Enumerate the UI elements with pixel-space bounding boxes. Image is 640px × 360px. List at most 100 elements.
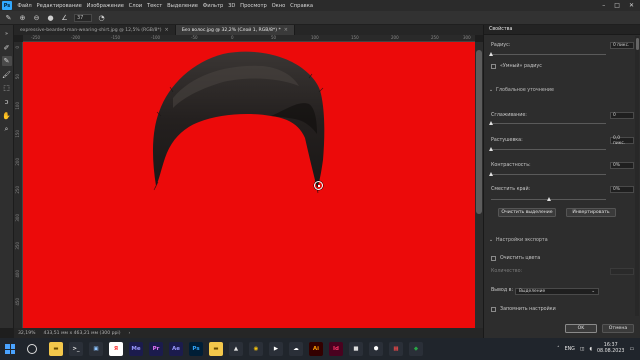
tab-document-2[interactable]: Без волос.jpg @ 32,2% (Слой 1, RGB/8*) *… [175, 25, 295, 35]
radius-slider[interactable] [489, 52, 606, 56]
menu-select[interactable]: Выделение [165, 3, 201, 9]
file-explorer-icon[interactable]: ▬ [49, 342, 63, 356]
photos-icon[interactable]: ▣ [89, 342, 103, 356]
media-player-icon[interactable]: ▶ [269, 342, 283, 356]
menu-image[interactable]: Изображение [84, 3, 126, 9]
app-icon[interactable]: ▲ [229, 342, 243, 356]
zoom-tool-icon[interactable]: ⌕ [2, 124, 12, 134]
slider-knob[interactable] [489, 172, 493, 176]
ruler-label: 150 [15, 130, 20, 138]
chrome-icon[interactable]: ◉ [249, 342, 263, 356]
app4-icon[interactable]: ▦ [389, 342, 403, 356]
indesign-icon[interactable]: Id [329, 342, 343, 356]
global-refine-section[interactable]: ⌄ Глобальное уточнение [489, 88, 634, 93]
panel-scrollbar[interactable] [635, 36, 639, 316]
notification-icon[interactable]: ▭ [629, 347, 634, 352]
decontaminate-checkbox[interactable] [491, 256, 496, 261]
radius-field[interactable]: 0 пикс. [610, 42, 634, 49]
network-icon[interactable]: ◫ [580, 347, 585, 352]
scrollbar-thumb[interactable] [476, 50, 482, 214]
menu-type[interactable]: Текст [145, 3, 165, 9]
illustrator-icon[interactable]: Ai [309, 342, 323, 356]
close-tab-icon[interactable]: × [284, 27, 288, 33]
shift-edge-slider[interactable] [491, 197, 606, 201]
size-field[interactable]: 37 [74, 13, 92, 22]
circle-subtract-icon[interactable]: ⊖ [32, 13, 41, 22]
yandex-icon[interactable]: Я [109, 342, 123, 356]
language-indicator[interactable]: ENG [565, 347, 575, 352]
panel-scrollbar-thumb[interactable] [635, 38, 639, 50]
chevron-down-icon[interactable]: ⌄ [489, 88, 493, 93]
tab-document-1[interactable]: expressive-bearded-man-wearing-shirt.jpg… [14, 25, 176, 35]
slider-knob[interactable] [489, 121, 493, 125]
menu-3d[interactable]: 3D [226, 3, 238, 9]
document-canvas[interactable] [23, 42, 475, 328]
refine-edge-brush-tool-icon[interactable]: ✎ [1, 56, 12, 67]
object-selection-tool-icon[interactable]: ⬚ [2, 83, 12, 93]
export-section[interactable]: ⌄ Настройки экспорта [489, 238, 634, 243]
feather-slider[interactable] [489, 147, 606, 151]
invert-button[interactable]: Инвертировать [566, 208, 616, 217]
app5-icon[interactable]: ◆ [409, 342, 423, 356]
minimize-icon[interactable]: – [602, 2, 605, 9]
cancel-button[interactable]: Отмена [602, 324, 634, 333]
menu-view[interactable]: Просмотр [238, 3, 269, 9]
windows-start-icon[interactable] [5, 344, 15, 354]
brush-icon[interactable]: ✎ [4, 13, 13, 22]
close-tab-icon[interactable]: × [165, 27, 169, 33]
chevron-up-icon[interactable]: ˄ [557, 347, 559, 352]
smooth-slider[interactable] [489, 121, 606, 125]
clear-selection-button[interactable]: Очистить выделение [498, 208, 556, 217]
feather-field[interactable]: 0,0 пикс. [610, 136, 634, 146]
decontaminate-row[interactable]: Очистить цвета [491, 256, 634, 261]
lasso-tool-icon[interactable]: ↄ [2, 97, 12, 107]
close-icon[interactable]: ✕ [629, 2, 634, 9]
menu-edit[interactable]: Редактирование [34, 3, 84, 9]
chevron-down-icon[interactable]: ⌄ [489, 238, 493, 243]
canvas-scrollbar[interactable] [475, 42, 483, 328]
zoom-level[interactable]: 32,19% [18, 331, 36, 336]
terminal-icon[interactable]: >_ [69, 342, 83, 356]
search-icon[interactable] [27, 344, 37, 354]
document-info[interactable]: 433,51 мм x 463,21 мм (300 ppi) [44, 331, 121, 336]
slider-knob[interactable] [489, 52, 493, 56]
remember-row[interactable]: Запомнить настройки [491, 307, 634, 312]
smart-radius-checkbox[interactable] [491, 64, 496, 69]
hand-tool-icon[interactable]: ✋ [2, 111, 12, 121]
volume-icon[interactable]: ◖ [589, 347, 592, 352]
brush-size-icon[interactable]: ● [46, 13, 55, 22]
menu-window[interactable]: Окно [269, 3, 288, 9]
premiere-icon[interactable]: Pr [149, 342, 163, 356]
menu-file[interactable]: Файл [15, 3, 34, 9]
chevron-right-icon[interactable]: › [128, 331, 130, 336]
slider-knob[interactable] [489, 147, 493, 151]
menu-help[interactable]: Справка [288, 3, 316, 9]
media-encoder-icon[interactable]: Me [129, 342, 143, 356]
cloud-icon[interactable]: ☁ [289, 342, 303, 356]
clock[interactable]: 16:37 08.08.2023 [597, 343, 624, 355]
contrast-field[interactable]: 0% [610, 162, 634, 169]
quick-selection-tool-icon[interactable]: ✐ [2, 43, 12, 53]
contrast-slider[interactable] [489, 172, 606, 176]
collapse-arrows-icon[interactable]: » [2, 29, 12, 39]
angle-icon[interactable]: ∠ [60, 13, 69, 22]
brush-tool-icon[interactable]: 🖌 [2, 70, 12, 80]
circle-add-icon[interactable]: ⊕ [18, 13, 27, 22]
menu-filter[interactable]: Фильтр [200, 3, 225, 9]
photoshop-icon[interactable]: Ps [189, 342, 203, 356]
maximize-icon[interactable]: □ [614, 2, 620, 9]
smart-radius-row[interactable]: «Умный» радиус [491, 64, 634, 69]
ok-button[interactable]: OK [565, 324, 597, 333]
folder-icon[interactable]: ▬ [209, 342, 223, 356]
shift-edge-field[interactable]: 0% [610, 186, 634, 193]
app2-icon[interactable]: ■ [349, 342, 363, 356]
output-select[interactable]: Выделение ⌄ [515, 288, 599, 295]
smooth-field[interactable]: 0 [610, 112, 634, 119]
menu-layers[interactable]: Слои [126, 3, 144, 9]
pressure-icon[interactable]: ◔ [97, 13, 106, 22]
slider-knob[interactable] [547, 197, 551, 201]
remember-checkbox[interactable] [491, 307, 496, 312]
panel-title: Свойства [484, 25, 640, 35]
app3-icon[interactable]: ⬢ [369, 342, 383, 356]
after-effects-icon[interactable]: Ae [169, 342, 183, 356]
